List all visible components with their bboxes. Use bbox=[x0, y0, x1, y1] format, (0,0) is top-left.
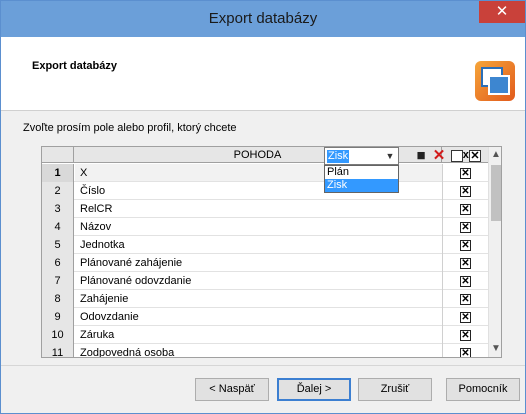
scrollbar-thumb[interactable] bbox=[491, 165, 501, 221]
field-name-cell[interactable]: Názov bbox=[80, 218, 111, 236]
field-name-cell[interactable]: RelCR bbox=[80, 200, 112, 218]
row-number[interactable]: 7 bbox=[42, 272, 74, 290]
row-number[interactable]: 10 bbox=[42, 326, 74, 344]
fields-grid: POHODA Exp 1 X ✕ 2 Číslo ✕ 3 RelCR ✕ 4 Názov ✕ 5 Jedn… bbox=[41, 146, 502, 358]
table-row[interactable]: 10 Záruka ✕ bbox=[42, 326, 488, 344]
row-number[interactable]: 8 bbox=[42, 290, 74, 308]
divider bbox=[1, 365, 525, 366]
export-checkbox[interactable]: ✕ bbox=[460, 330, 471, 341]
export-checkbox[interactable]: ✕ bbox=[460, 258, 471, 269]
close-button[interactable]: ✕ bbox=[479, 1, 525, 23]
export-checkbox[interactable]: ✕ bbox=[460, 294, 471, 305]
field-name-cell[interactable]: Plánované odovzdanie bbox=[80, 272, 191, 290]
table-row[interactable]: 11 Zodpovedná osoba ✕ bbox=[42, 344, 488, 357]
row-number[interactable]: 5 bbox=[42, 236, 74, 254]
field-name-cell[interactable]: Jednotka bbox=[80, 236, 125, 254]
column-header-exp[interactable]: Exp bbox=[443, 147, 488, 163]
export-checkbox[interactable]: ✕ bbox=[460, 348, 471, 357]
uncheck-all-icon[interactable] bbox=[451, 150, 463, 162]
dropdown-option-plan[interactable]: Plán bbox=[325, 166, 398, 179]
export-checkbox[interactable]: ✕ bbox=[460, 312, 471, 323]
export-checkbox[interactable]: ✕ bbox=[460, 240, 471, 251]
chevron-down-icon[interactable]: ▼ bbox=[382, 148, 398, 164]
field-name-cell[interactable]: Odovzdanie bbox=[80, 308, 139, 326]
profile-dropdown-list: Plán Zisk bbox=[324, 165, 399, 193]
export-checkbox[interactable]: ✕ bbox=[460, 168, 471, 179]
profile-prompt-label: Zvoľte prosím pole alebo profil, ktorý c… bbox=[23, 122, 237, 134]
export-checkbox[interactable]: ✕ bbox=[460, 204, 471, 215]
row-number-header bbox=[42, 147, 74, 163]
page-title: Export databázy bbox=[32, 60, 117, 72]
dropdown-option-zisk[interactable]: Zisk bbox=[325, 179, 398, 192]
save-icon[interactable]: ■ bbox=[413, 147, 429, 164]
row-number[interactable]: 1 bbox=[42, 164, 74, 182]
field-name-cell[interactable]: Zodpovedná osoba bbox=[80, 344, 174, 357]
row-number[interactable]: 4 bbox=[42, 218, 74, 236]
export-checkbox[interactable]: ✕ bbox=[460, 222, 471, 233]
cancel-button[interactable]: Zrušiť bbox=[358, 378, 432, 401]
delete-icon[interactable]: ✕ bbox=[431, 147, 447, 164]
row-number[interactable]: 3 bbox=[42, 200, 74, 218]
scroll-down-icon[interactable]: ▼ bbox=[489, 343, 501, 355]
table-row[interactable]: 8 Zahájenie ✕ bbox=[42, 290, 488, 308]
table-row[interactable]: 4 Názov ✕ bbox=[42, 218, 488, 236]
help-button[interactable]: Pomocník bbox=[446, 378, 520, 401]
table-row[interactable]: 1 X ✕ bbox=[42, 164, 488, 182]
window-title: Export databázy bbox=[208, 10, 318, 27]
field-name-cell[interactable]: Záruka bbox=[80, 326, 114, 344]
export-checkbox[interactable]: ✕ bbox=[460, 186, 471, 197]
next-button[interactable]: Ďalej > bbox=[277, 378, 351, 401]
export-checkbox[interactable]: ✕ bbox=[460, 276, 471, 287]
row-number[interactable]: 9 bbox=[42, 308, 74, 326]
export-dialog: Export databázy ✕ Export databázy Zvoľte… bbox=[0, 0, 526, 414]
row-number[interactable]: 11 bbox=[42, 344, 74, 357]
back-button[interactable]: < Naspäť bbox=[195, 378, 269, 401]
field-name-cell[interactable]: Plánované zahájenie bbox=[80, 254, 182, 272]
field-name-cell[interactable]: X bbox=[80, 164, 87, 182]
export-database-icon bbox=[475, 61, 515, 101]
profile-select[interactable]: Zisk ▼ bbox=[324, 147, 399, 165]
profile-select-value: Zisk bbox=[327, 150, 350, 163]
table-row[interactable]: 2 Číslo ✕ bbox=[42, 182, 488, 200]
title-bar[interactable]: Export databázy ✕ bbox=[1, 1, 525, 37]
field-name-cell[interactable]: Číslo bbox=[80, 182, 105, 200]
table-row[interactable]: 9 Odovzdanie ✕ bbox=[42, 308, 488, 326]
scroll-up-icon[interactable]: ▲ bbox=[489, 149, 501, 161]
vertical-scrollbar[interactable]: ▲ ▼ bbox=[488, 147, 501, 357]
wizard-header: Export databázy bbox=[1, 37, 525, 111]
table-row[interactable]: 3 RelCR ✕ bbox=[42, 200, 488, 218]
row-number[interactable]: 6 bbox=[42, 254, 74, 272]
table-row[interactable]: 7 Plánované odovzdanie ✕ bbox=[42, 272, 488, 290]
row-number[interactable]: 2 bbox=[42, 182, 74, 200]
table-row[interactable]: 5 Jednotka ✕ bbox=[42, 236, 488, 254]
check-all-icon[interactable]: ✕ bbox=[469, 150, 481, 162]
table-row[interactable]: 6 Plánované zahájenie ✕ bbox=[42, 254, 488, 272]
field-name-cell[interactable]: Zahájenie bbox=[80, 290, 128, 308]
